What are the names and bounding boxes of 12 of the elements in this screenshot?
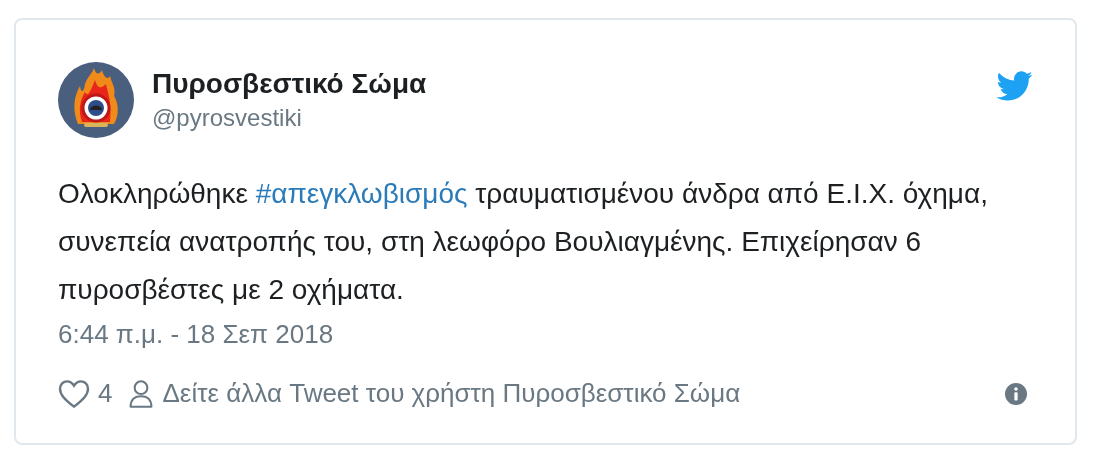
person-icon[interactable] xyxy=(128,378,155,409)
hashtag-link[interactable]: #απεγκλωβισμός xyxy=(255,178,468,209)
tweet-text: Ολοκληρώθηκε #απεγκλωβισμός τραυματισμένου άνδρα από Ε.Ι.Χ. όχημα, συνεπεία ανατροπής του, στη λεωφόρο Βουλιαγμένης. Επιχείρησαν 6 πυροσβέστες με 2 οχήματα. xyxy=(58,177,989,307)
bird-icon[interactable] xyxy=(995,70,1033,102)
tweet-timestamp[interactable]: 6:44 π.μ. - 18 Σεπ 2018 xyxy=(58,314,334,354)
like-count: 4 xyxy=(98,378,113,409)
author-handle[interactable]: @pyrosvestiki xyxy=(152,102,427,134)
info-icon[interactable] xyxy=(1005,382,1027,405)
profile-link[interactable]: Δείτε άλλα Tweet του χρήστη Πυροσβεστικό Σώμα xyxy=(162,378,741,409)
heart-icon[interactable] xyxy=(58,378,90,409)
author-name[interactable]: Πυροσβεστικό Σώμα xyxy=(152,66,427,102)
flame-emblem-icon xyxy=(58,62,134,138)
